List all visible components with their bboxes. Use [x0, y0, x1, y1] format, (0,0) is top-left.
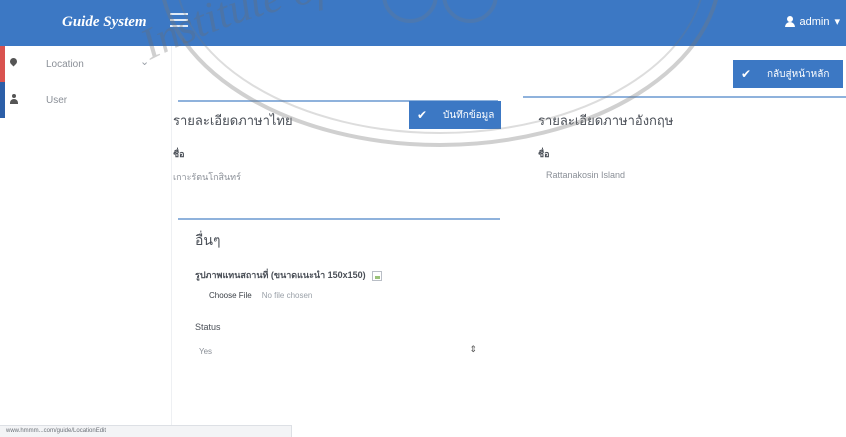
broken-image-icon [372, 270, 383, 281]
page: Guide System admin ▾ Location ⌄ User ✔ ก… [0, 0, 846, 437]
sidebar: Location ⌄ User [0, 46, 172, 437]
chevron-down-icon: ⌄ [140, 56, 150, 68]
english-name-value[interactable]: Rattanakosin Island [546, 170, 625, 180]
section-divider [178, 218, 500, 220]
thai-section-title: รายละเอียดภาษาไทย [173, 113, 293, 128]
check-icon: ✔ [740, 67, 752, 81]
sidebar-item-label: Location [46, 58, 84, 70]
active-marker [0, 46, 5, 82]
back-button[interactable]: ✔ กลับสู่หน้าหลัก [733, 60, 843, 88]
english-name-label: ชื่อ [538, 149, 550, 159]
choose-file-button[interactable]: Choose File [209, 291, 252, 300]
back-button-label: กลับสู่หน้าหลัก [767, 68, 830, 80]
select-arrows-icon: ⇕ [469, 344, 477, 354]
file-upload: Choose File No file chosen [209, 291, 312, 300]
english-section-title: รายละเอียดภาษาอังกฤษ [538, 113, 674, 128]
status-label: Status [195, 322, 221, 332]
check-icon: ✔ [416, 108, 428, 122]
thai-name-label: ชื่อ [173, 149, 185, 159]
sidebar-item-label: User [46, 94, 68, 106]
section-marker [0, 82, 5, 118]
top-navbar: Guide System admin ▾ [0, 0, 846, 46]
file-status: No file chosen [261, 291, 313, 300]
other-section-title: อื่นๆ [195, 232, 221, 248]
image-label: รูปภาพแทนสถานที่ (ขนาดแนะนำ 150x150) [195, 268, 383, 282]
user-icon [10, 94, 18, 104]
main-content: ✔ กลับสู่หน้าหลัก ✔ บันทึกข้อมูล รายละเอ… [173, 46, 846, 437]
hamburger-menu-icon[interactable] [170, 13, 188, 29]
browser-status-url: www.hmmm...com/guide/LocationEdit [0, 425, 292, 437]
section-divider [523, 96, 846, 98]
caret-down-icon: ▾ [834, 16, 840, 28]
brand-title[interactable]: Guide System [62, 14, 147, 31]
sidebar-item-location[interactable]: Location ⌄ [0, 46, 171, 82]
user-name: admin [799, 15, 830, 28]
user-icon [784, 16, 795, 27]
thai-name-value[interactable]: เกาะรัตนโกสินทร์ [173, 170, 241, 184]
save-button[interactable]: ✔ บันทึกข้อมูล [409, 101, 501, 129]
status-select[interactable]: Yes ⇕ [195, 340, 483, 362]
user-menu[interactable]: admin ▾ [784, 15, 840, 28]
map-marker-icon [10, 58, 17, 68]
image-label-text: รูปภาพแทนสถานที่ (ขนาดแนะนำ 150x150) [195, 270, 366, 280]
sidebar-item-user[interactable]: User [0, 82, 171, 118]
status-selected-value: Yes [199, 346, 213, 356]
save-button-label: บันทึกข้อมูล [443, 109, 495, 121]
